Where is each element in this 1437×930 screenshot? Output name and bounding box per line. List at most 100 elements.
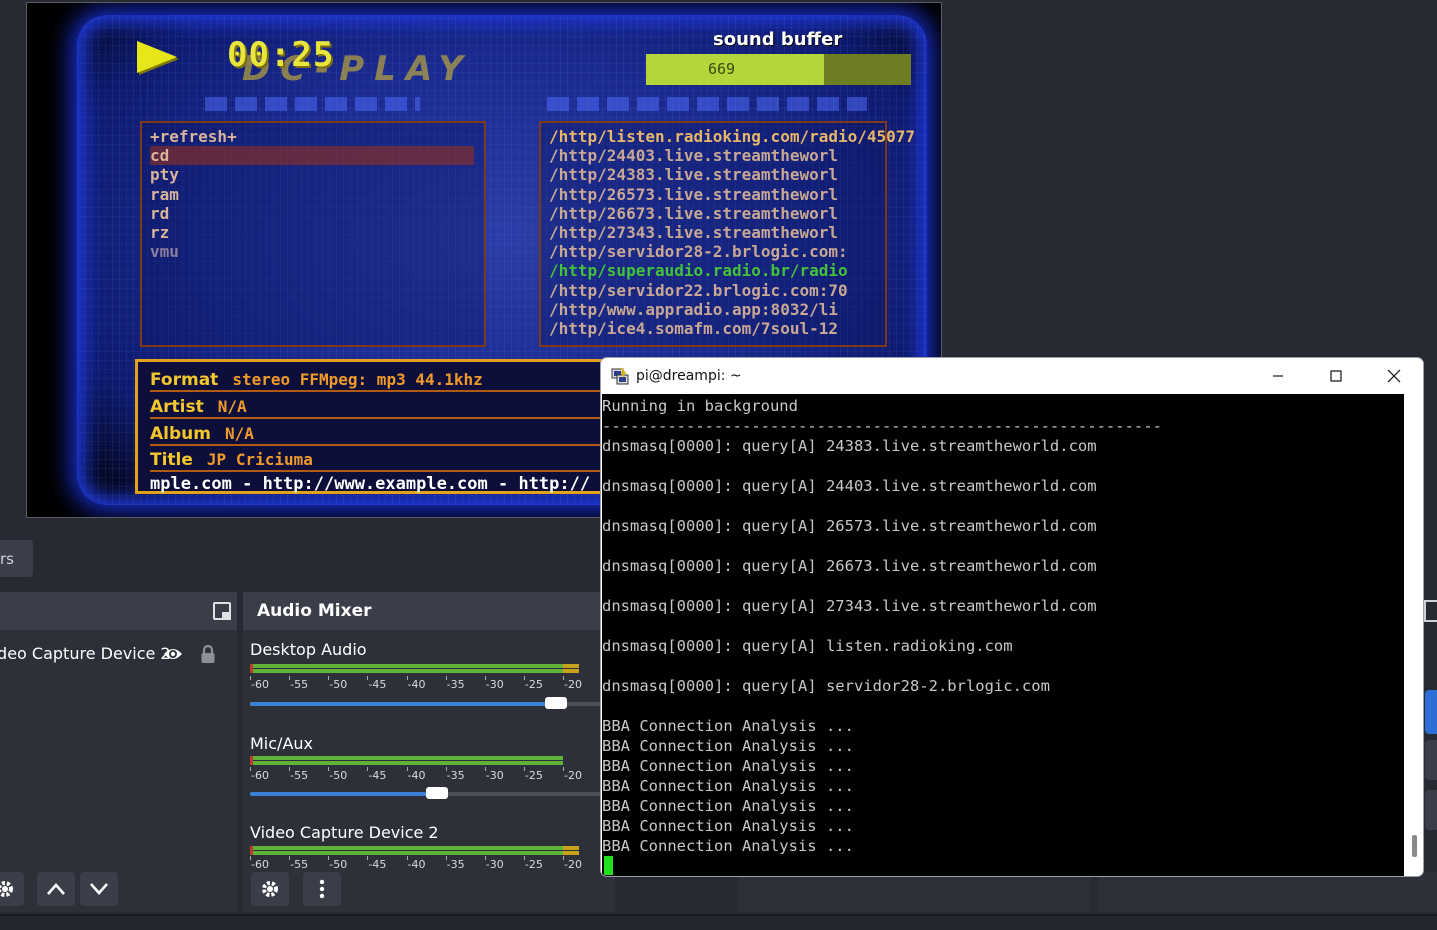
- playback-time: 00:25: [227, 35, 335, 75]
- volume-slider[interactable]: [250, 787, 610, 799]
- close-icon: [1387, 369, 1401, 383]
- terminal-line: dnsmasq[0000]: query[A] 24403.live.strea…: [602, 477, 1097, 495]
- playlist-item[interactable]: /http/24383.live.streamtheworl: [549, 165, 879, 184]
- playlist-item[interactable]: /http/ice4.somafm.com/7soul-12: [549, 319, 879, 338]
- start-recording-button[interactable]: [1425, 740, 1437, 780]
- format-label: Format: [150, 370, 219, 390]
- url-ticker: mple.com - http://www.example.com - http…: [150, 474, 591, 494]
- playlist-header: [547, 97, 867, 111]
- meter-tick-label: -30: [485, 678, 504, 691]
- terminal-line: BBA Connection Analysis ...: [602, 817, 854, 835]
- artist-value: N/A: [217, 397, 247, 416]
- meter-tick-label: -25: [524, 769, 543, 782]
- terminal-line: dnsmasq[0000]: query[A] 24383.live.strea…: [602, 437, 1097, 455]
- filters-tab[interactable]: rs: [0, 540, 33, 577]
- volume-slider[interactable]: [250, 697, 610, 709]
- meter-tick-label: -55: [290, 858, 309, 871]
- terminal-title: pi@dreampi: ~: [636, 368, 742, 384]
- terminal-line: BBA Connection Analysis ...: [602, 737, 854, 755]
- terminal-lines: Running in background -------------------…: [602, 394, 1404, 856]
- volume-meter: [250, 664, 610, 673]
- meter-tick-label: -40: [407, 678, 426, 691]
- playlist-item[interactable]: /http/26673.live.streamtheworl: [549, 204, 879, 223]
- playlist-item[interactable]: /http/servidor22.brlogic.com:70: [549, 281, 879, 300]
- undock-icon[interactable]: [213, 602, 231, 620]
- playlist-item[interactable]: /http/superaudio.radio.br/radio: [549, 261, 879, 280]
- channel-name: Video Capture Device 2: [250, 823, 439, 842]
- meter-tick-label: -40: [407, 769, 426, 782]
- terminal-line: BBA Connection Analysis ...: [602, 797, 854, 815]
- play-icon: [137, 41, 177, 73]
- maximize-button[interactable]: [1307, 358, 1365, 394]
- audio-mixer-dock: Audio Mixer Desktop Audio -60 -55 -50 -45 -4…: [243, 592, 621, 912]
- start-streaming-button[interactable]: [1425, 690, 1437, 734]
- playlist-item[interactable]: /http/www.appradio.app:8032/li: [549, 300, 879, 319]
- file-item[interactable]: +refresh+: [150, 127, 484, 146]
- terminal-window[interactable]: pi@dreampi: ~ Running in background -----…: [600, 357, 1424, 877]
- terminal-line: BBA Connection Analysis ...: [602, 717, 854, 735]
- undock-icon[interactable]: [1424, 600, 1437, 622]
- lock-icon[interactable]: [200, 644, 216, 664]
- meter-tick-label: -60: [251, 858, 269, 871]
- source-properties-button[interactable]: [0, 872, 24, 906]
- terminal-scrollbar[interactable]: [1404, 394, 1423, 876]
- meter-scale: -60-55-50-45-40-35-30-25-20-15: [250, 856, 621, 871]
- playlist-item[interactable]: /http/listen.radioking.com/radio/45077: [549, 127, 941, 146]
- artist-label: Artist: [150, 397, 204, 417]
- close-button[interactable]: [1365, 358, 1423, 394]
- file-item[interactable]: pty: [150, 165, 484, 184]
- virtual-camera-button[interactable]: [1425, 790, 1437, 830]
- meter-tick-label: -60: [251, 678, 269, 691]
- meter-tick-label: -45: [368, 678, 387, 691]
- mixer-channel: Desktop Audio -60 -55 -50 -45 -40 -35 -30 -25 -2…: [250, 640, 621, 709]
- file-item[interactable]: rd: [150, 204, 484, 223]
- files-header: [205, 97, 420, 111]
- move-source-up-button[interactable]: [37, 872, 75, 906]
- sources-dock-header: [0, 592, 237, 630]
- meter-tick-label: -20: [564, 858, 582, 871]
- file-item[interactable]: cd: [150, 146, 474, 166]
- sound-buffer-value: 669: [708, 60, 736, 78]
- mixer-menu-button[interactable]: [303, 872, 341, 906]
- title-label: Title: [150, 450, 193, 470]
- volume-slider-handle[interactable]: [426, 787, 449, 799]
- playlist-item[interactable]: /http/servidor28-2.brlogic.com:: [549, 242, 879, 261]
- album-label: Album: [150, 424, 211, 444]
- mixer-channel: Mic/Aux -60-55-50-45-40-35-30-25-20-15: [250, 734, 621, 799]
- terminal-titlebar[interactable]: pi@dreampi: ~: [601, 358, 1423, 394]
- source-item-label: Video Capture Device 2: [0, 644, 171, 663]
- scrollbar-thumb[interactable]: [1412, 835, 1417, 857]
- files-list: +refresh+ cd pty ram rd rz vmu: [142, 123, 484, 261]
- minimize-button[interactable]: [1249, 358, 1307, 394]
- move-source-down-button[interactable]: [80, 872, 118, 906]
- maximize-icon: [1330, 370, 1342, 382]
- playlist-panel: /http/listen.radioking.com/radio/45077/h…: [539, 121, 915, 347]
- lower-docks: [735, 872, 1437, 912]
- file-item[interactable]: rz: [150, 223, 484, 242]
- meter-tick-label: -35: [446, 678, 465, 691]
- terminal-line: dnsmasq[0000]: query[A] listen.radioking…: [602, 637, 1013, 655]
- gear-icon: [0, 881, 13, 897]
- channel-name: Mic/Aux: [250, 734, 313, 753]
- terminal-line: Running in background: [602, 397, 798, 415]
- terminal-cursor: [604, 856, 613, 875]
- playlist-item[interactable]: /http/24403.live.streamtheworl: [549, 146, 879, 165]
- putty-icon: [611, 367, 629, 385]
- file-item[interactable]: vmu: [150, 242, 484, 261]
- mixer-settings-button[interactable]: [251, 872, 289, 906]
- volume-meter: [250, 846, 610, 855]
- playlist-item[interactable]: /http/27343.live.streamtheworl: [549, 223, 879, 242]
- source-item[interactable]: Video Capture Device 2: [0, 634, 237, 674]
- meter-tick-label: -20: [564, 769, 582, 782]
- playlist-item[interactable]: /http/26573.live.streamtheworl: [549, 185, 879, 204]
- meter-tick-label: -55: [290, 769, 309, 782]
- volume-slider-handle[interactable]: [545, 697, 567, 709]
- eye-icon[interactable]: [163, 646, 183, 662]
- file-item[interactable]: ram: [150, 185, 484, 204]
- terminal-output[interactable]: Running in background -------------------…: [602, 394, 1404, 876]
- minimize-icon: [1273, 375, 1283, 377]
